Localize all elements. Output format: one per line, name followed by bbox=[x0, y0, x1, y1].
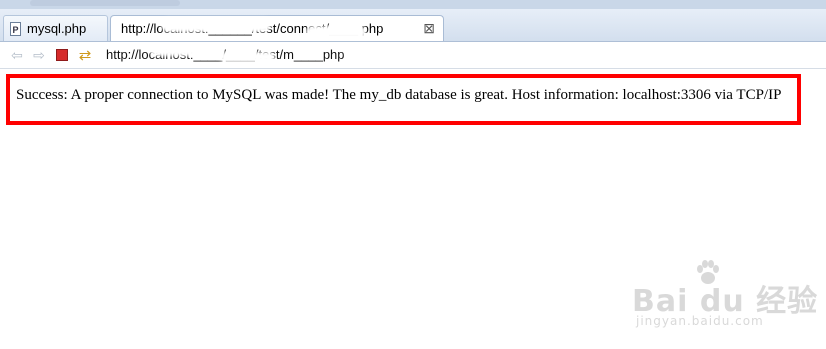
redaction-mark bbox=[150, 46, 210, 56]
blurred-title bbox=[30, 0, 180, 6]
tab-bar: P mysql.php http://localhost:______/test… bbox=[0, 9, 826, 42]
stop-button[interactable] bbox=[53, 46, 71, 64]
baidu-jingyan-watermark: Bai du 经验 jingyan.baidu.com bbox=[632, 260, 822, 340]
stop-icon bbox=[56, 49, 68, 61]
redaction-mark bbox=[306, 26, 366, 38]
close-icon[interactable]: ⊠ bbox=[423, 20, 435, 37]
redaction-mark bbox=[161, 18, 271, 32]
redaction-mark bbox=[345, 48, 367, 60]
forward-button[interactable]: ⇨ bbox=[30, 46, 48, 64]
success-message: Success: A proper connection to MySQL wa… bbox=[16, 87, 782, 103]
tab-mysql-php[interactable]: P mysql.php bbox=[3, 15, 108, 41]
php-file-icon: P bbox=[10, 21, 21, 36]
window-top-edge bbox=[0, 0, 826, 9]
tab-label: mysql.php bbox=[27, 21, 87, 36]
back-button[interactable]: ⇦ bbox=[8, 46, 26, 64]
watermark-url: jingyan.baidu.com bbox=[636, 314, 764, 328]
refresh-button[interactable]: ⇄ bbox=[76, 46, 94, 64]
navigation-bar: ⇦ ⇨ ⇄ http://localhost:____/____/test/m_… bbox=[0, 42, 826, 69]
redaction-mark bbox=[220, 52, 275, 62]
tab-browser-page[interactable]: http://localhost:______/test/connect/___… bbox=[110, 15, 444, 41]
